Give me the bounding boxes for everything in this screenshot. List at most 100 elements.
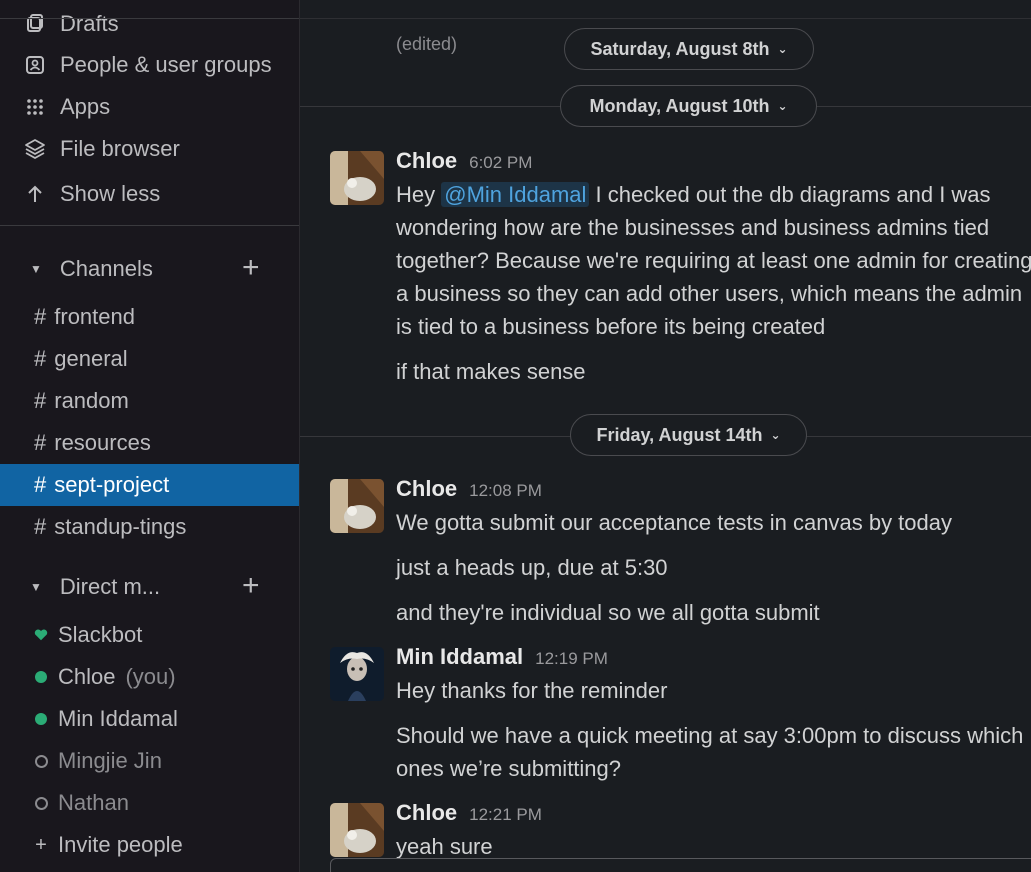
message-followup: Should we have a quick meeting at say 3:… xyxy=(396,723,1024,781)
day-divider-saturday[interactable]: Saturday, August 8th ⌄ xyxy=(564,28,814,70)
sidebar-item-frontend[interactable]: # frontend xyxy=(0,296,299,338)
sidebar: Drafts People & user groups Apps File br… xyxy=(0,0,300,872)
caret-down-icon: ▼ xyxy=(30,262,42,276)
dm-section-header[interactable]: ▼ Direct m... + xyxy=(0,567,299,607)
timestamp[interactable]: 12:19 PM xyxy=(535,649,608,669)
message-pane: (edited) Saturday, August 8th ⌄ Monday, … xyxy=(300,0,1031,872)
timestamp[interactable]: 12:21 PM xyxy=(469,805,542,825)
sidebar-item-drafts[interactable]: Drafts xyxy=(0,4,299,44)
chevron-down-icon: ⌄ xyxy=(770,428,781,442)
sidebar-item-show-less[interactable]: Show less xyxy=(0,174,299,214)
message-text: Hey xyxy=(396,182,442,207)
channel-name: general xyxy=(54,346,128,371)
channel-name: standup-tings xyxy=(54,514,187,539)
message-body: Hey @Min Iddamal I checked out the db di… xyxy=(396,178,1031,343)
sidebar-divider xyxy=(0,225,299,226)
author-name[interactable]: Chloe xyxy=(396,148,457,174)
channel-name: random xyxy=(54,388,129,413)
message-followup: if that makes sense xyxy=(396,359,586,384)
sidebar-item-label: Drafts xyxy=(60,11,119,36)
arrow-up-icon xyxy=(22,185,48,203)
message-text: Hey thanks for the reminder xyxy=(396,678,668,703)
channel-name: sept-project xyxy=(54,472,170,497)
user-mention[interactable]: @Min Iddamal xyxy=(441,182,590,207)
channel-name: frontend xyxy=(54,304,135,329)
dm-item-nathan[interactable]: Nathan xyxy=(0,782,299,824)
dm-item-chloe[interactable]: Chloe (you) xyxy=(0,656,299,698)
add-dm-icon[interactable]: + xyxy=(242,571,260,601)
dm-item-min-iddamal[interactable]: Min Iddamal xyxy=(0,698,299,740)
presence-online-icon xyxy=(34,713,48,725)
channels-section-header[interactable]: ▼ Channels + xyxy=(0,249,299,289)
message-followup: and they're individual so we all gotta s… xyxy=(396,600,820,625)
hash-icon: # xyxy=(34,304,47,329)
message-composer[interactable] xyxy=(330,858,1031,872)
avatar-chloe[interactable] xyxy=(330,803,384,857)
channel-name: resources xyxy=(54,430,151,455)
divider xyxy=(300,18,1031,19)
dm-name: Chloe xyxy=(58,664,116,689)
hash-icon: # xyxy=(34,346,47,371)
author-name[interactable]: Min Iddamal xyxy=(396,644,523,670)
hash-icon: # xyxy=(34,514,47,539)
sidebar-divider xyxy=(0,18,299,19)
sidebar-item-general[interactable]: # general xyxy=(0,338,299,380)
invite-people-button[interactable]: + Invite people xyxy=(0,824,299,866)
hash-icon: # xyxy=(34,472,47,497)
dm-header-label: Direct m... xyxy=(59,574,161,599)
plus-icon: + xyxy=(35,833,47,856)
presence-away-icon xyxy=(34,796,48,810)
sidebar-item-people[interactable]: People & user groups xyxy=(0,45,299,85)
layers-icon xyxy=(22,138,48,160)
drafts-icon xyxy=(22,14,48,34)
timestamp[interactable]: 12:08 PM xyxy=(469,481,542,501)
dm-name: Nathan xyxy=(58,790,129,815)
dm-name: Mingjie Jin xyxy=(58,748,162,773)
message-followup: just a heads up, due at 5:30 xyxy=(396,555,668,580)
edited-label: (edited) xyxy=(396,34,458,54)
hash-icon: # xyxy=(34,388,47,413)
heart-icon xyxy=(34,628,48,642)
you-suffix: (you) xyxy=(125,664,176,689)
message-header: Chloe 6:02 PM xyxy=(396,148,532,174)
apps-grid-icon xyxy=(22,97,48,117)
author-name[interactable]: Chloe xyxy=(396,476,457,502)
caret-down-icon: ▼ xyxy=(30,580,42,594)
sidebar-item-label: Show less xyxy=(60,181,161,206)
add-channel-icon[interactable]: + xyxy=(242,253,260,283)
sidebar-item-label: File browser xyxy=(60,136,180,161)
sidebar-item-label: Apps xyxy=(60,94,111,119)
chevron-down-icon: ⌄ xyxy=(777,42,788,56)
message-header: Chloe 12:08 PM xyxy=(396,476,542,502)
dm-name: Slackbot xyxy=(58,622,143,647)
day-divider-friday[interactable]: Friday, August 14th ⌄ xyxy=(570,414,807,456)
message-header: Chloe 12:21 PM xyxy=(396,800,542,826)
day-label: Saturday, August 8th xyxy=(590,38,770,59)
message-header: Min Iddamal 12:19 PM xyxy=(396,644,608,670)
sidebar-item-random[interactable]: # random xyxy=(0,380,299,422)
day-label: Monday, August 10th xyxy=(589,95,770,116)
sidebar-item-label: People & user groups xyxy=(60,52,272,77)
dm-item-mingjie-jin[interactable]: Mingjie Jin xyxy=(0,740,299,782)
sidebar-item-file-browser[interactable]: File browser xyxy=(0,129,299,169)
avatar-min-iddamal[interactable] xyxy=(330,647,384,701)
chevron-down-icon: ⌄ xyxy=(777,99,788,113)
day-label: Friday, August 14th xyxy=(596,424,763,445)
channels-header-label: Channels xyxy=(59,256,153,281)
dm-item-slackbot[interactable]: Slackbot xyxy=(0,614,299,656)
sidebar-item-standup-tings[interactable]: # standup-tings xyxy=(0,506,299,548)
avatar-chloe[interactable] xyxy=(330,479,384,533)
hash-icon: # xyxy=(34,430,47,455)
sidebar-item-sept-project[interactable]: # sept-project xyxy=(0,464,299,506)
sidebar-item-resources[interactable]: # resources xyxy=(0,422,299,464)
presence-away-icon xyxy=(34,754,48,768)
dm-name: Min Iddamal xyxy=(58,706,178,731)
message-text: We gotta submit our acceptance tests in … xyxy=(396,510,953,535)
day-divider-monday[interactable]: Monday, August 10th ⌄ xyxy=(560,85,817,127)
presence-online-icon xyxy=(34,671,48,683)
avatar-chloe[interactable] xyxy=(330,151,384,205)
invite-label: Invite people xyxy=(58,832,183,857)
sidebar-item-apps[interactable]: Apps xyxy=(0,87,299,127)
timestamp[interactable]: 6:02 PM xyxy=(469,153,532,173)
author-name[interactable]: Chloe xyxy=(396,800,457,826)
